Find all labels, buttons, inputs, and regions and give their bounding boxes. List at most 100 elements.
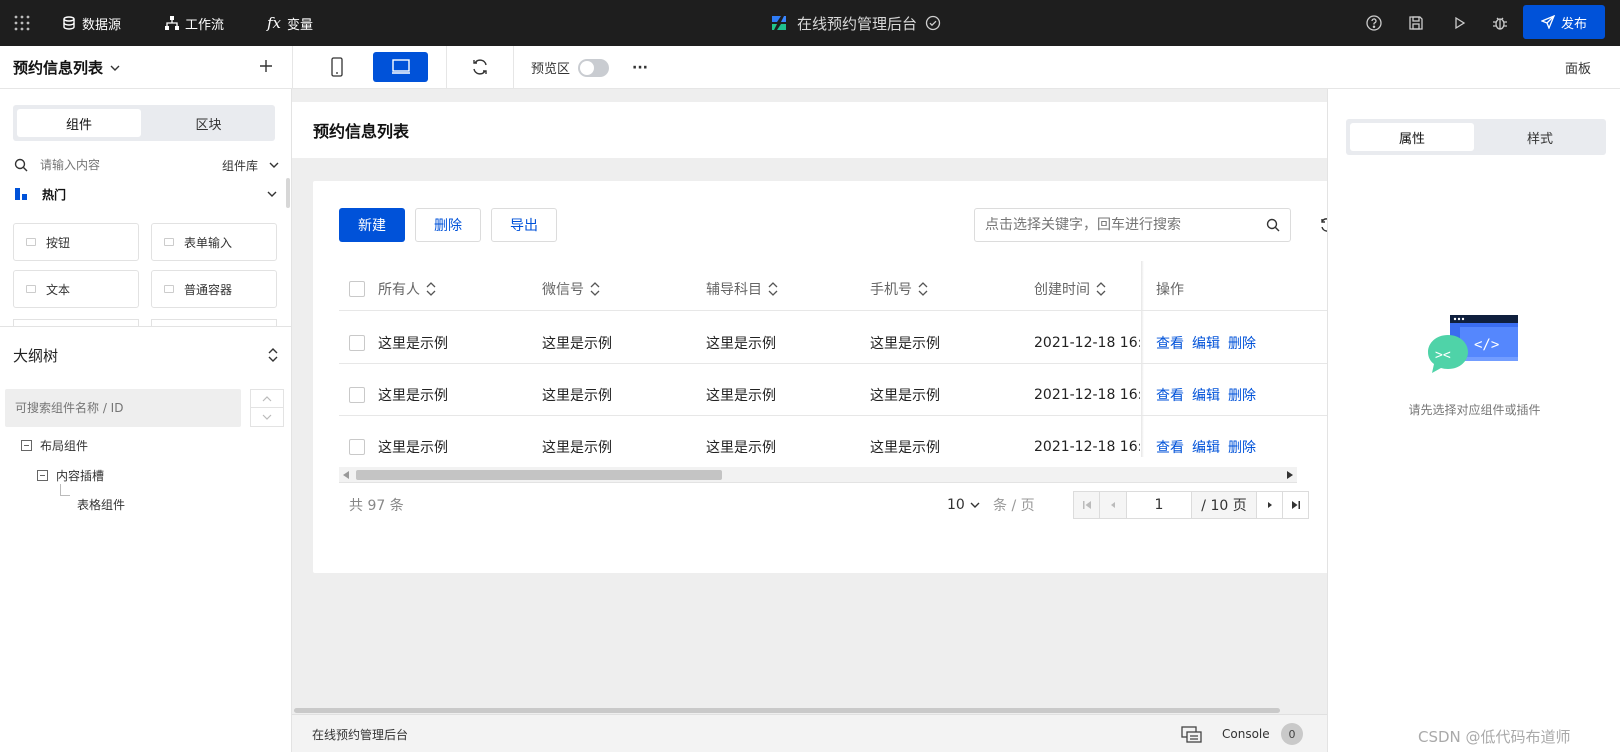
delete-link[interactable]: 删除 [1228,385,1256,405]
publish-button[interactable]: 发布 [1523,5,1605,39]
select-all-checkbox[interactable] [349,269,365,309]
play-icon[interactable] [1449,13,1469,33]
apps-grid-icon[interactable] [14,0,30,46]
help-icon[interactable] [1364,13,1384,33]
delete-link[interactable]: 删除 [1228,333,1256,353]
component-search-input[interactable] [40,158,190,172]
tab-components[interactable]: 组件 [17,109,141,137]
outline-prev-button[interactable] [250,389,284,407]
row-checkbox[interactable] [349,427,365,467]
workflow-button[interactable]: 工作流 [165,0,224,46]
sort-icon[interactable] [590,282,600,296]
sort-icon[interactable] [768,282,778,296]
library-dropdown[interactable]: 组件库 [222,157,280,174]
svg-text:</>: </> [1474,337,1499,353]
table-cell: 2021-12-18 16:27 [1034,439,1140,455]
hot-category-header[interactable]: 热门 [14,181,278,207]
left-panel: 组件 区块 组件库 热门 按钮 表单输入 文本 普通容器 大纲树 布局组件 内容… [0,89,292,752]
preview-toggle-group: 预览区 [531,46,610,89]
canvas-horizontal-scrollbar[interactable] [292,706,1327,714]
more-options-button[interactable]: ··· [632,46,648,89]
tree-node-table[interactable]: 表格组件 [77,496,125,513]
search-icon[interactable] [1266,218,1280,232]
sort-icon[interactable] [918,282,928,296]
panel-button[interactable]: 面板 [1565,46,1591,89]
tab-style[interactable]: 样式 [1478,123,1602,151]
component-text-card[interactable]: 文本 [13,270,139,308]
tab-properties[interactable]: 属性 [1350,123,1474,151]
devices-icon[interactable] [1181,726,1203,744]
first-page-button[interactable] [1073,491,1100,519]
delete-link[interactable]: 删除 [1228,437,1256,457]
delete-button[interactable]: 删除 [415,208,481,242]
scroll-right-icon[interactable] [1287,471,1293,479]
table-cell: 这里是示例 [542,440,612,456]
mobile-view-icon[interactable] [325,55,349,79]
scrollbar-thumb[interactable] [356,470,722,480]
console-button[interactable]: Console [1222,715,1270,752]
debug-bug-icon[interactable] [1490,13,1510,33]
prev-page-button[interactable] [1099,491,1127,519]
scroll-left-icon[interactable] [343,471,349,479]
component-button-card[interactable]: 按钮 [13,223,139,261]
tab-blocks[interactable]: 区块 [146,109,271,137]
row-checkbox[interactable] [349,375,365,415]
column-header-wechat[interactable]: 微信号 [542,269,600,309]
view-link[interactable]: 查看 [1156,333,1184,353]
editor-toolbar: 预约信息列表 预览区 ··· 面板 [0,46,1620,89]
tree-node-layout[interactable]: 布局组件 [21,437,88,454]
refresh-icon[interactable] [470,57,490,77]
tree-node-slot[interactable]: 内容插槽 [37,467,104,484]
current-page-input[interactable]: 1 [1126,491,1192,519]
toolbar-divider [513,46,514,89]
variable-button[interactable]: fx 变量 [267,0,313,46]
table-search-input[interactable] [985,217,1255,233]
export-button[interactable]: 导出 [491,208,557,242]
row-checkbox[interactable] [349,323,365,363]
sort-icon[interactable] [1096,282,1106,296]
outline-header[interactable]: 大纲树 [13,342,279,368]
column-header-actions: 操作 [1156,269,1184,309]
view-link[interactable]: 查看 [1156,385,1184,405]
view-link[interactable]: 查看 [1156,437,1184,457]
scrollbar[interactable] [286,178,290,208]
outline-search-input[interactable] [15,401,225,415]
collapse-icon[interactable] [37,470,48,481]
row-divider [339,415,1327,416]
column-header-subject[interactable]: 辅导科目 [706,269,778,309]
preview-toggle[interactable] [578,58,610,77]
column-header-created[interactable]: 创建时间 [1034,269,1106,309]
outline-next-button[interactable] [250,407,284,427]
component-input-card[interactable]: 表单输入 [151,223,277,261]
sort-icon[interactable] [426,282,436,296]
page-size-select[interactable]: 10 [947,491,980,519]
edit-link[interactable]: 编辑 [1192,385,1220,405]
row-divider [339,363,1327,364]
collapse-icon[interactable] [21,440,32,451]
table-cell: 这里是示例 [870,336,940,352]
page-title: 预约信息列表 [292,102,1327,158]
chevron-updown-icon [267,348,279,362]
edit-link[interactable]: 编辑 [1192,437,1220,457]
next-page-button[interactable] [1256,491,1283,519]
watermark: CSDN @低代码布道师 [1418,728,1571,746]
horizontal-scrollbar[interactable] [339,467,1297,483]
top-bar: 数据源 工作流 fx 变量 在线预约管理后台 发布 [0,0,1620,46]
page-selector[interactable]: 预约信息列表 [13,46,121,89]
column-header-owner[interactable]: 所有人 [378,269,436,309]
datasource-button[interactable]: 数据源 [62,0,121,46]
column-header-phone[interactable]: 手机号 [870,269,928,309]
add-page-icon[interactable] [258,58,274,74]
row-actions: 查看 编辑 删除 [1156,375,1264,415]
table-cell: 这里是示例 [706,388,776,404]
fixed-column-shadow [1141,261,1144,457]
last-page-button[interactable] [1282,491,1309,519]
scrollbar-thumb[interactable] [294,708,1280,713]
edit-link[interactable]: 编辑 [1192,333,1220,353]
desktop-view-button[interactable] [373,52,428,82]
new-button[interactable]: 新建 [339,208,405,242]
refresh-icon[interactable] [1319,217,1327,233]
save-icon[interactable] [1406,13,1426,33]
component-container-card[interactable]: 普通容器 [151,270,277,308]
prev-page-icon [1109,501,1117,509]
